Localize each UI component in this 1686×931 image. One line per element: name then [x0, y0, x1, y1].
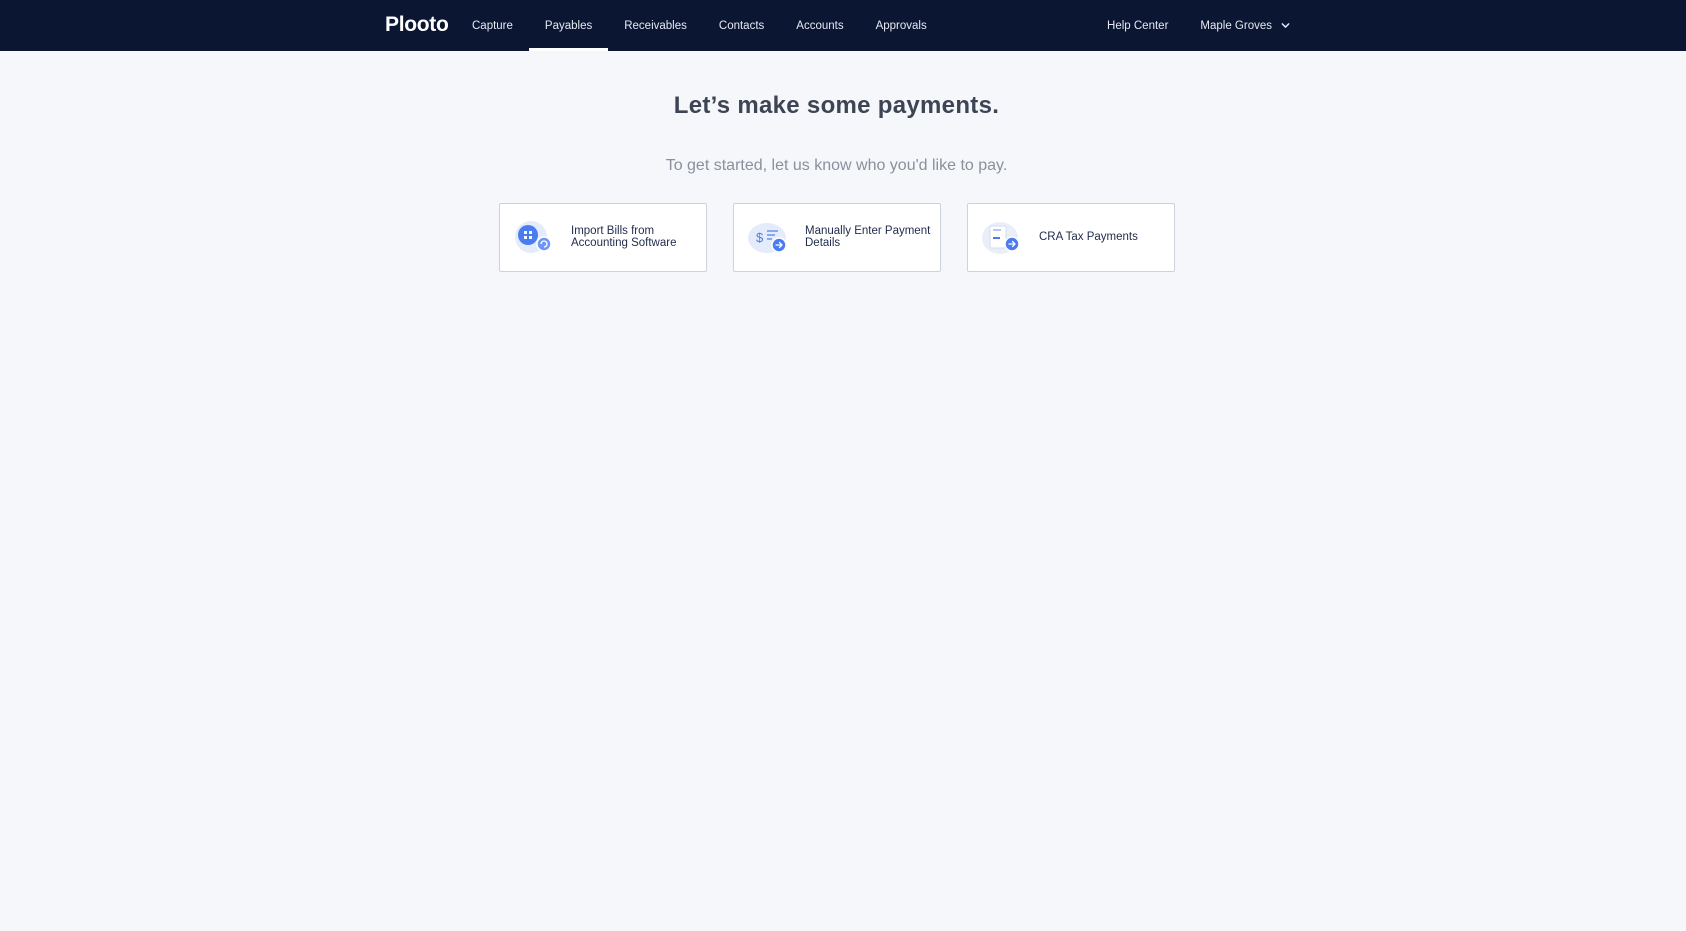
manual-payment-label: Manually Enter Payment Details — [805, 225, 931, 249]
manual-payment-card[interactable]: $ Manually Enter Payment Details — [733, 203, 941, 272]
payment-options: Import Bills from Accounting Software $ … — [499, 203, 1175, 272]
cra-tax-label: CRA Tax Payments — [1039, 230, 1138, 243]
nav-accounts[interactable]: Accounts — [780, 0, 859, 51]
nav-approvals[interactable]: Approvals — [860, 0, 943, 51]
account-menu[interactable]: Maple Groves — [1200, 20, 1291, 32]
top-navigation-bar: Plooto Capture Payables Receivables Cont… — [0, 0, 1686, 51]
chevron-down-icon — [1281, 23, 1290, 28]
import-bills-icon — [515, 220, 552, 253]
nav-payables[interactable]: Payables — [528, 0, 609, 51]
nav-receivables[interactable]: Receivables — [608, 0, 703, 51]
import-bills-card[interactable]: Import Bills from Accounting Software — [499, 203, 707, 272]
svg-text:$: $ — [756, 230, 764, 245]
manual-payment-icon: $ — [748, 222, 787, 253]
import-bills-label: Import Bills from Accounting Software — [571, 225, 677, 249]
plooto-logo[interactable]: Plooto — [385, 13, 449, 37]
right-nav: Help Center Maple Groves — [1107, 0, 1291, 51]
cra-tax-card[interactable]: CRA Tax Payments — [967, 203, 1175, 272]
help-center-link[interactable]: Help Center — [1107, 20, 1168, 32]
nav-contacts[interactable]: Contacts — [703, 0, 780, 51]
account-name: Maple Groves — [1200, 19, 1272, 32]
nav-capture[interactable]: Capture — [456, 0, 529, 51]
main-nav: Capture Payables Receivables Contacts Ac… — [456, 0, 943, 51]
tax-payment-icon — [982, 221, 1020, 254]
page-subheadline: To get started, let us know who you'd li… — [665, 157, 1008, 174]
page-headline: Let’s make some payments. — [673, 92, 1000, 119]
